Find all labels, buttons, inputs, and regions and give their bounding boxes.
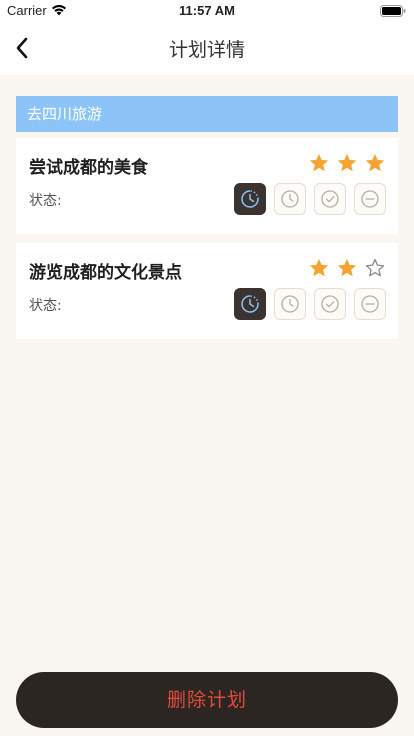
clock-progress-icon (241, 295, 259, 313)
status-done-button[interactable] (314, 288, 346, 320)
status-done-button[interactable] (314, 183, 346, 215)
clock-progress-icon (241, 190, 259, 208)
status-pending-button[interactable] (274, 288, 306, 320)
star-filled-icon[interactable] (336, 152, 358, 174)
status-cancel-button[interactable] (354, 183, 386, 215)
status-bar: Carrier 11:57 AM (0, 0, 414, 22)
status-in-progress-button[interactable] (234, 288, 266, 320)
minus-circle-icon (361, 295, 379, 313)
plan-item-title: 尝试成都的美食 (29, 158, 148, 178)
plan-item-card[interactable]: 尝试成都的美食 状态: (16, 138, 398, 234)
star-filled-icon[interactable] (308, 152, 330, 174)
page-title: 计划详情 (168, 39, 245, 61)
navigation-bar: 计划详情 (0, 22, 414, 75)
status-buttons (234, 288, 386, 320)
check-circle-icon (321, 295, 339, 313)
clock-icon (281, 190, 299, 208)
star-empty-icon[interactable] (364, 257, 386, 279)
plan-content: 去四川旅游 尝试成都的美食 状态: 游览成都的文化景点 状态: (16, 96, 398, 348)
status-buttons (234, 183, 386, 215)
status-label: 状态: (29, 298, 62, 314)
check-circle-icon (321, 190, 339, 208)
star-filled-icon[interactable] (308, 257, 330, 279)
status-pending-button[interactable] (274, 183, 306, 215)
minus-circle-icon (361, 190, 379, 208)
plan-group-header: 去四川旅游 (16, 96, 398, 132)
plan-item-card[interactable]: 游览成都的文化景点 状态: (16, 243, 398, 339)
clock-icon (281, 295, 299, 313)
rating-stars[interactable] (308, 152, 386, 174)
delete-plan-button[interactable]: 删除计划 (16, 672, 398, 728)
status-cancel-button[interactable] (354, 288, 386, 320)
clock-label: 11:57 AM (179, 3, 235, 18)
status-label: 状态: (29, 193, 62, 209)
rating-stars[interactable] (308, 257, 386, 279)
status-in-progress-button[interactable] (234, 183, 266, 215)
star-filled-icon[interactable] (364, 152, 386, 174)
star-filled-icon[interactable] (336, 257, 358, 279)
plan-item-title: 游览成都的文化景点 (29, 263, 182, 283)
battery-icon (380, 5, 406, 17)
